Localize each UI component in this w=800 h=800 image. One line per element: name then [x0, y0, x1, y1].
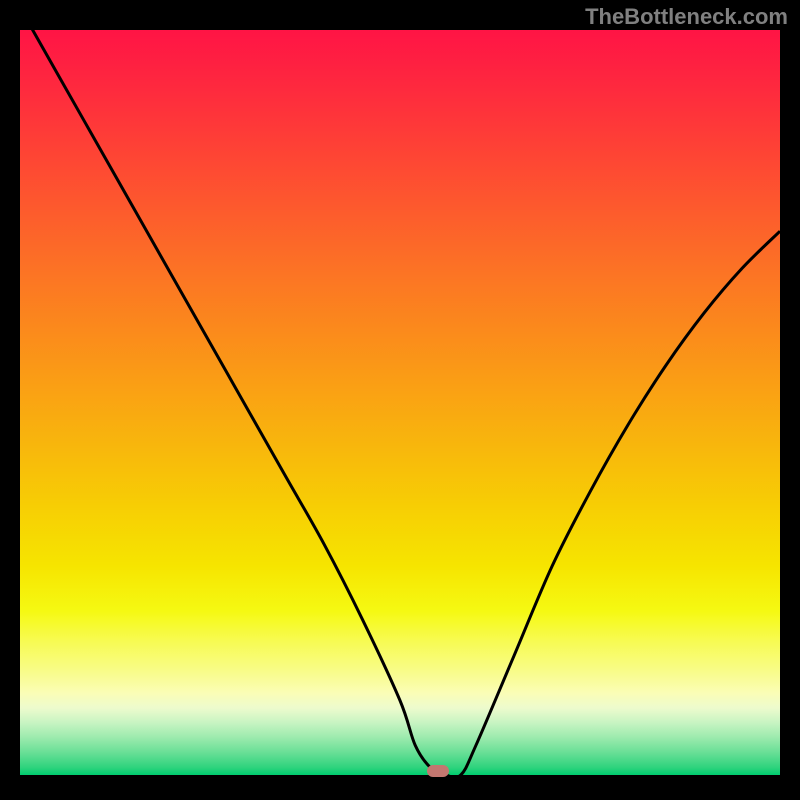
chart-container: TheBottleneck.com	[0, 0, 800, 800]
optimum-marker	[427, 765, 449, 777]
watermark-text: TheBottleneck.com	[585, 4, 788, 30]
bottleneck-curve	[20, 8, 780, 778]
plot-area	[20, 30, 780, 775]
curve-svg	[20, 30, 780, 775]
